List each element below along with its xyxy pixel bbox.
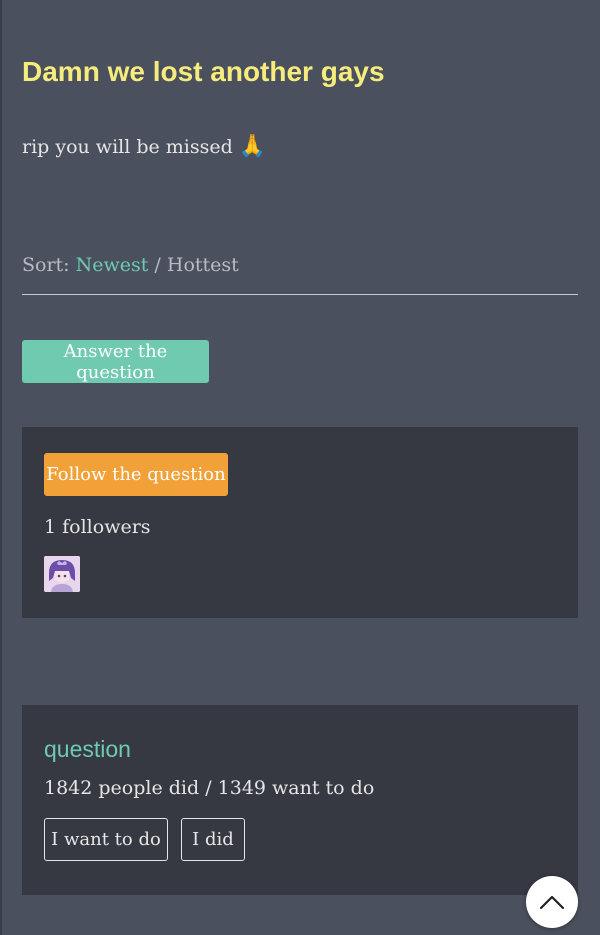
sort-bar: Sort: Newest / Hottest [22,251,239,279]
follow-card: Follow the question 1 followers [22,427,578,618]
sort-hottest-link[interactable]: Hottest [167,254,239,276]
page-edge [0,0,2,935]
chevron-up-icon [539,895,565,910]
follower-avatar[interactable] [44,556,80,592]
post-body: rip you will be missed 🙏 [22,132,266,162]
divider [22,294,578,295]
stats-title: question [44,736,131,762]
follow-question-button[interactable]: Follow the question [44,453,228,496]
stats-summary: 1842 people did / 1349 want to do [44,777,375,799]
sort-separator: / [148,254,167,276]
question-stats-card: question 1842 people did / 1349 want to … [22,705,578,895]
want-to-do-button[interactable]: I want to do [44,818,168,861]
sort-newest-link[interactable]: Newest [76,254,149,276]
answer-question-button[interactable]: Answer the question [22,340,209,383]
folded-hands-emoji-icon: 🙏 [238,134,267,159]
followers-count: 1 followers [44,516,151,538]
post-body-text: rip you will be missed [22,136,233,158]
avatar-image-icon [44,556,80,592]
post-title: Damn we lost another gays [22,56,385,87]
scroll-to-top-button[interactable] [526,876,578,928]
i-did-button[interactable]: I did [181,818,245,861]
sort-label: Sort: [22,254,70,276]
